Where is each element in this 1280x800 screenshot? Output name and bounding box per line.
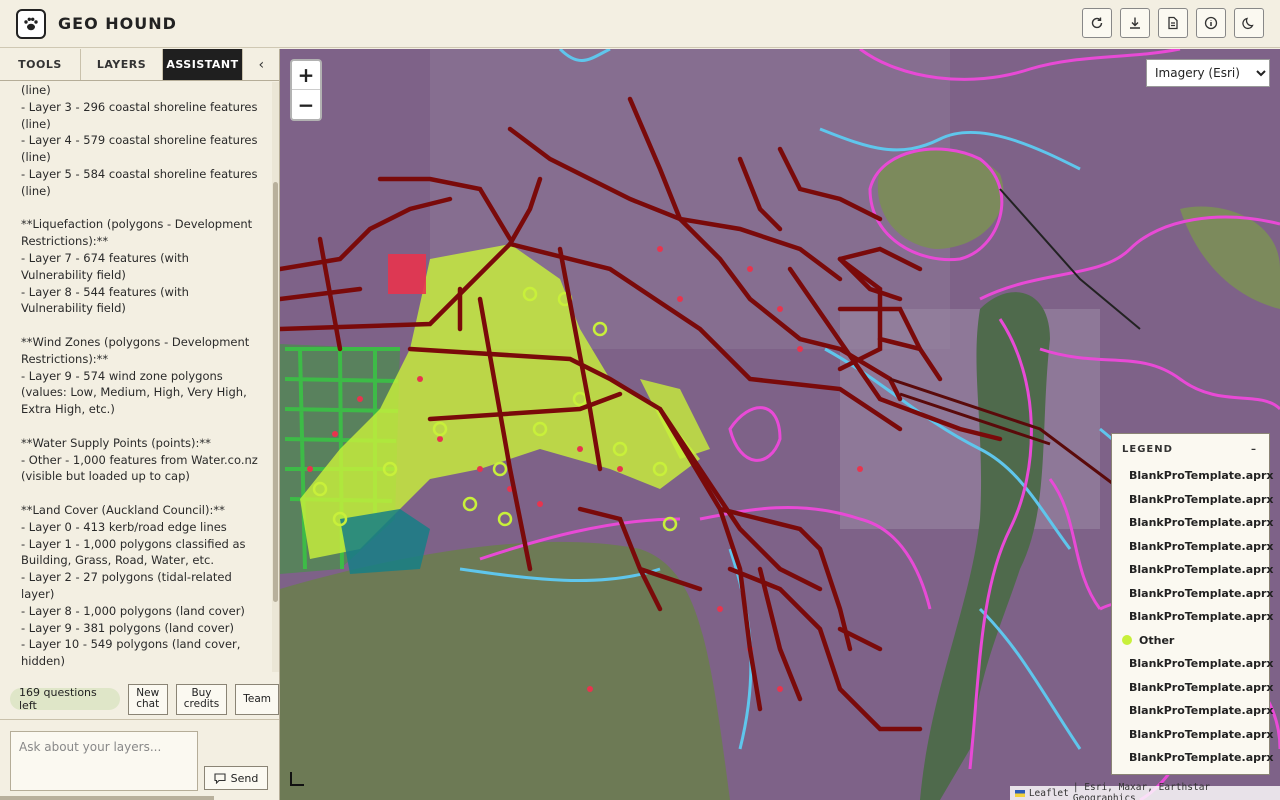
assistant-message: (line) - Layer 3 - 296 coastal shoreline… xyxy=(21,83,258,669)
legend-item: BlankProTemplate.aprx xyxy=(1112,699,1274,723)
tab-assistant[interactable]: ASSISTANT xyxy=(163,49,243,80)
legend-item: BlankProTemplate.aprx xyxy=(1112,464,1274,488)
document-icon xyxy=(1168,16,1178,30)
legend-item: BlankProTemplate.aprx xyxy=(1112,723,1274,747)
buy-credits-button[interactable]: Buy credits xyxy=(175,683,228,715)
legend-item: BlankProTemplate.aprx xyxy=(1112,535,1274,559)
legend-label: BlankProTemplate.aprx xyxy=(1129,680,1274,694)
legend-label: Other xyxy=(1139,633,1175,647)
sidebar-tabs: TOOLS LAYERS ASSISTANT ‹ xyxy=(0,49,279,81)
legend-label: BlankProTemplate.aprx xyxy=(1129,516,1274,530)
team-button[interactable]: Team xyxy=(235,683,279,715)
zoom-in-button[interactable]: + xyxy=(292,61,320,90)
map-view[interactable]: + − Imagery (Esri) LEGEND – BlankProTemp… xyxy=(280,49,1280,800)
new-chat-button[interactable]: New chat xyxy=(127,683,168,715)
refresh-button[interactable] xyxy=(1082,8,1112,38)
legend-item: BlankProTemplate.aprx xyxy=(1112,582,1274,606)
legend-panel: LEGEND – BlankProTemplate.aprx BlankProTe… xyxy=(1111,433,1274,775)
legend-title: LEGEND xyxy=(1122,443,1173,455)
tab-layers[interactable]: LAYERS xyxy=(81,49,163,80)
estuary-water xyxy=(280,541,730,800)
ukraine-flag-icon xyxy=(1015,789,1025,797)
chat-log[interactable]: (line) - Layer 3 - 296 coastal shoreline… xyxy=(0,82,272,672)
legend-label: BlankProTemplate.aprx xyxy=(1129,586,1274,600)
legend-item: BlankProTemplate.aprx xyxy=(1112,511,1274,535)
legend-label: BlankProTemplate.aprx xyxy=(1129,492,1274,506)
dark-mode-button[interactable] xyxy=(1234,8,1264,38)
refresh-icon xyxy=(1091,17,1103,29)
info-icon xyxy=(1204,16,1218,30)
legend-label: BlankProTemplate.aprx xyxy=(1129,727,1274,741)
legend-label: BlankProTemplate.aprx xyxy=(1129,751,1274,765)
legend-label: BlankProTemplate.aprx xyxy=(1129,657,1274,671)
basemap-select[interactable]: Imagery (Esri) xyxy=(1146,59,1270,87)
legend-collapse-button[interactable]: – xyxy=(1251,444,1257,455)
legend-item: BlankProTemplate.aprx xyxy=(1112,652,1274,676)
legend-list: BlankProTemplate.aprx BlankProTemplate.ap… xyxy=(1112,464,1274,770)
info-button[interactable] xyxy=(1196,8,1226,38)
chat-scrollbar-thumb[interactable] xyxy=(273,182,278,602)
resize-corner-icon xyxy=(290,772,304,786)
chat-input-area: Send xyxy=(0,719,279,800)
collapse-sidebar-button[interactable]: ‹ xyxy=(243,49,280,80)
horizontal-scrollbar[interactable] xyxy=(0,796,214,800)
zoom-out-button[interactable]: − xyxy=(292,90,320,119)
chat-actions: 169 questions left New chat Buy credits … xyxy=(10,683,279,715)
leaflet-link[interactable]: Leaflet xyxy=(1029,788,1069,799)
legend-item: BlankProTemplate.aprx xyxy=(1112,488,1274,512)
send-label: Send xyxy=(230,771,259,785)
chat-input[interactable] xyxy=(10,731,198,791)
legend-item: BlankProTemplate.aprx xyxy=(1112,558,1274,582)
paw-logo-icon xyxy=(16,8,46,39)
chat-bubble-icon xyxy=(214,772,226,784)
legend-label: BlankProTemplate.aprx xyxy=(1129,610,1274,624)
questions-left-badge: 169 questions left xyxy=(10,686,120,712)
tab-tools[interactable]: TOOLS xyxy=(0,49,81,80)
download-button[interactable] xyxy=(1120,8,1150,38)
sidebar: TOOLS LAYERS ASSISTANT ‹ (line) - Layer … xyxy=(0,49,280,800)
document-button[interactable] xyxy=(1158,8,1188,38)
legend-label: BlankProTemplate.aprx xyxy=(1129,563,1274,577)
map-attribution: Leaflet | Esri, Maxar, Earthstar Geograp… xyxy=(1010,782,1280,800)
legend-label: BlankProTemplate.aprx xyxy=(1129,539,1274,553)
legend-item: BlankProTemplate.aprx xyxy=(1112,746,1274,770)
legend-label: BlankProTemplate.aprx xyxy=(1129,704,1274,718)
legend-item: Other xyxy=(1112,629,1269,653)
attribution-sources: | Esri, Maxar, Earthstar Geographics xyxy=(1072,782,1211,800)
zoom-control: + − xyxy=(290,59,322,121)
download-icon xyxy=(1130,17,1140,29)
legend-item: BlankProTemplate.aprx xyxy=(1112,605,1274,629)
legend-label: BlankProTemplate.aprx xyxy=(1129,469,1274,483)
app-title: GEO HOUND xyxy=(58,14,177,33)
dark-mode-icon xyxy=(1242,17,1254,30)
send-button[interactable]: Send xyxy=(204,766,268,790)
legend-swatch xyxy=(1122,635,1132,646)
app-header: GEO HOUND xyxy=(0,0,1280,48)
chat-scrollbar[interactable] xyxy=(272,82,279,672)
legend-header: LEGEND – xyxy=(1112,434,1269,464)
legend-item: BlankProTemplate.aprx xyxy=(1112,676,1274,700)
